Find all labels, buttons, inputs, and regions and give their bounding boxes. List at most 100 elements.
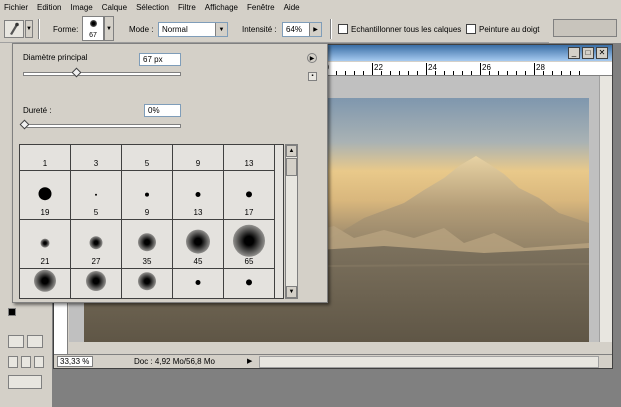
ruler-minor-tick: [462, 71, 463, 75]
ruler-minor-tick: [408, 71, 409, 75]
brush-tip-icon: [40, 238, 50, 248]
screen-mode-standard-icon[interactable]: [8, 356, 18, 368]
brush-tip-icon: [38, 187, 52, 201]
finger-paint-checkbox[interactable]: [466, 24, 476, 34]
brush-preset-grid: 1 3 5 9 13 19 5 9 13 17 21 27 35 45 65: [19, 144, 284, 299]
brush-preset-cell[interactable]: 21: [20, 220, 71, 269]
chevron-right-icon[interactable]: ▶: [309, 23, 321, 36]
menu-affichage[interactable]: Affichage: [205, 3, 238, 12]
screen-mode-full-icon[interactable]: [21, 356, 31, 368]
brush-preset-cell[interactable]: 35: [122, 220, 173, 269]
ruler-minor-tick: [471, 71, 472, 75]
palette-well-area[interactable]: [553, 19, 617, 37]
brush-preset-cell[interactable]: 45: [173, 220, 224, 269]
menu-aide[interactable]: Aide: [284, 3, 300, 12]
brush-preset-cell[interactable]: [71, 269, 122, 298]
mode-select[interactable]: Normal ▼: [158, 22, 228, 37]
options-bar: ▼ Forme: 67 ▼ Mode : Normal ▼ Intensité …: [0, 14, 621, 43]
brush-tip-icon: [89, 236, 103, 250]
standard-mode-icon[interactable]: [8, 335, 24, 348]
menu-filtre[interactable]: Filtre: [178, 3, 196, 12]
ruler-minor-tick: [363, 71, 364, 75]
brush-preset-cell[interactable]: 9: [122, 171, 173, 220]
brush-preset-cell[interactable]: [224, 269, 275, 298]
diameter-input[interactable]: 67 px: [139, 53, 181, 66]
brush-preset-cell[interactable]: 3: [71, 145, 122, 171]
hardness-input[interactable]: 0%: [144, 104, 181, 117]
menu-fichier[interactable]: Fichier: [4, 3, 28, 12]
diameter-slider-track[interactable]: [23, 72, 181, 76]
horizontal-scrollbar[interactable]: [259, 356, 599, 368]
brush-preset-size: 13: [244, 159, 254, 168]
brush-preset-size: 9: [195, 159, 201, 168]
ruler-minor-tick: [543, 71, 544, 75]
panel-menu-icon[interactable]: ▶: [307, 53, 317, 63]
sample-all-layers-checkbox[interactable]: [338, 24, 348, 34]
tool-preset-dropdown[interactable]: ▼: [25, 20, 33, 38]
brush-preset-cell[interactable]: [122, 269, 173, 298]
brush-picker-dropdown[interactable]: ▼: [104, 16, 114, 41]
hardness-slider-track[interactable]: [23, 124, 181, 128]
brush-preset-size: 35: [142, 257, 152, 266]
brush-tip-icon: [246, 191, 252, 198]
menu-calque[interactable]: Calque: [102, 3, 127, 12]
brush-preset-cell[interactable]: 27: [71, 220, 122, 269]
brush-tip-icon: [145, 192, 149, 197]
brush-tip-icon: [86, 271, 106, 292]
ruler-minor-tick: [435, 71, 436, 75]
menu-bar: Fichier Edition Image Calque Sélection F…: [0, 0, 621, 14]
close-icon[interactable]: ✕: [596, 47, 608, 59]
quick-mask-icon[interactable]: [27, 335, 43, 348]
brush-preset-size: 27: [91, 257, 101, 266]
preset-scrollbar[interactable]: ▲ ▼: [285, 144, 298, 299]
brush-preset-cell[interactable]: 5: [71, 171, 122, 220]
ruler-minor-tick: [507, 71, 508, 75]
ruler-tick: [534, 63, 535, 75]
brush-preset-cell[interactable]: 17: [224, 171, 275, 220]
scroll-down-icon[interactable]: ▼: [286, 286, 297, 298]
screen-mode-black-icon[interactable]: [34, 356, 44, 368]
brush-preset-size: 5: [93, 208, 99, 217]
brush-preview-button[interactable]: 67: [82, 16, 104, 41]
scroll-up-icon[interactable]: ▲: [286, 145, 297, 157]
brush-tip-icon: [34, 270, 56, 293]
vertical-scrollbar[interactable]: [599, 76, 612, 342]
brush-preset-size: 17: [244, 208, 254, 217]
maximize-icon[interactable]: □: [582, 47, 594, 59]
new-preset-icon[interactable]: ▪: [308, 72, 317, 81]
scroll-thumb[interactable]: [286, 158, 297, 176]
brush-preset-cell[interactable]: 13: [173, 171, 224, 220]
brush-preset-cell[interactable]: 9: [173, 145, 224, 171]
ruler-minor-tick: [525, 71, 526, 75]
menu-edition[interactable]: Edition: [37, 3, 61, 12]
menu-fenetre[interactable]: Fenêtre: [247, 3, 275, 12]
ruler-minor-tick: [453, 71, 454, 75]
ruler-minor-tick: [570, 71, 571, 75]
brush-preset-cell[interactable]: 19: [20, 171, 71, 220]
minimize-icon[interactable]: _: [568, 47, 580, 59]
brush-preset-cell[interactable]: 13: [224, 145, 275, 171]
palette-well: [549, 14, 621, 43]
brush-preset-size: 45: [193, 257, 203, 266]
menu-image[interactable]: Image: [70, 3, 92, 12]
brush-preset-cell[interactable]: 1: [20, 145, 71, 171]
brush-preset-size: 13: [193, 208, 203, 217]
smudge-tool-icon[interactable]: [4, 20, 24, 38]
mode-value: Normal: [162, 25, 188, 34]
brush-preset-cell[interactable]: 65: [224, 220, 275, 269]
foreground-color-swatch[interactable]: [8, 308, 16, 316]
brush-tip-icon: [246, 279, 252, 286]
imageready-jump-icon[interactable]: [8, 375, 42, 389]
brush-preset-cell[interactable]: [173, 269, 224, 298]
brush-preset-cell[interactable]: [20, 269, 71, 298]
brush-preset-cell[interactable]: 5: [122, 145, 173, 171]
brush-preset-size: 3: [93, 159, 99, 168]
ruler-minor-tick: [516, 71, 517, 75]
menu-selection[interactable]: Sélection: [136, 3, 169, 12]
status-menu-arrow-icon[interactable]: ▶: [247, 357, 252, 365]
brush-preset-size: 1: [42, 159, 48, 168]
intensite-input[interactable]: 64% ▶: [282, 22, 322, 37]
brush-tip-icon: [195, 192, 201, 197]
finger-paint-label: Peinture au doigt: [479, 25, 540, 34]
zoom-input[interactable]: 33,33 %: [57, 356, 93, 367]
